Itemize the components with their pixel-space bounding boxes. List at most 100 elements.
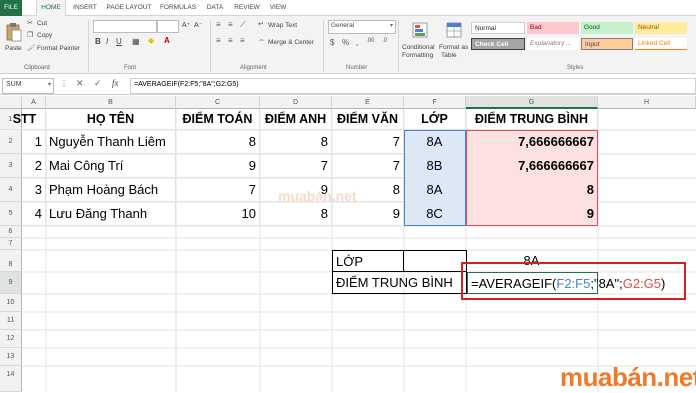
tab-review[interactable]: REVIEW [231, 0, 263, 16]
cut-button[interactable]: ✂ Cut [27, 19, 67, 29]
tab-file[interactable]: FILE [0, 0, 22, 16]
italic-icon[interactable]: I [106, 37, 108, 46]
increase-decimal-icon[interactable]: .00 [366, 38, 374, 44]
conditional-formatting-button[interactable]: Conditional Formatting [402, 20, 438, 62]
table-cell[interactable]: Mai Công Trí [46, 154, 176, 178]
table-cell[interactable]: Lưu Đăng Thanh [46, 202, 176, 226]
column-header-c[interactable]: C [176, 96, 260, 109]
tab-home[interactable]: HOME [36, 0, 66, 16]
align-top-icon[interactable]: ≡ [216, 20, 221, 29]
row-header[interactable]: 4 [0, 178, 22, 202]
align-right-icon[interactable]: ≡ [240, 36, 245, 45]
table-cell[interactable]: 8A [404, 178, 466, 202]
align-middle-icon[interactable]: ≡ [228, 20, 233, 29]
align-left-icon[interactable]: ≡ [216, 36, 221, 45]
column-header-b[interactable]: B [46, 96, 176, 109]
formula-input[interactable]: =AVERAGEIF(F2:F5;"8A";G2:G5) [130, 78, 696, 94]
enter-icon[interactable]: ✓ [94, 78, 102, 89]
column-header-a[interactable]: A [22, 96, 46, 109]
table-cell[interactable]: 2 [22, 154, 46, 178]
table-cell[interactable]: 8C [404, 202, 466, 226]
table-cell[interactable]: 8B [404, 154, 466, 178]
format-painter-button[interactable]: 🖌 Format Painter [27, 44, 87, 54]
font-name-dropdown[interactable] [93, 20, 157, 33]
style-explanatory[interactable]: Explanatory ... [527, 38, 579, 50]
font-color-icon[interactable]: A [164, 36, 170, 45]
table-cell[interactable]: 9 [332, 202, 404, 226]
copy-button[interactable]: ❐ Copy [27, 31, 67, 41]
grow-font-icon[interactable]: A⁺ [182, 21, 190, 29]
currency-icon[interactable]: $ [330, 38, 334, 47]
cancel-icon[interactable]: ✕ [76, 78, 84, 89]
table-cell[interactable]: 9 [176, 154, 260, 178]
row-header[interactable]: 10 [0, 294, 22, 312]
number-format-dropdown[interactable]: General ▾ [328, 20, 396, 34]
underline-icon[interactable]: U [116, 37, 122, 46]
table-cell[interactable]: 8 [260, 202, 332, 226]
row-header[interactable]: 12 [0, 330, 22, 348]
table-cell[interactable]: 8 [176, 130, 260, 154]
name-box[interactable]: SUM ▾ [2, 78, 54, 94]
align-center-icon[interactable]: ≡ [228, 36, 233, 45]
row-header[interactable]: 8 [0, 250, 22, 272]
table-cell[interactable]: 7 [332, 130, 404, 154]
row-header[interactable]: 7 [0, 238, 22, 250]
row-header[interactable]: 14 [0, 366, 22, 392]
column-header-h[interactable]: H [598, 96, 696, 109]
table-cell[interactable]: 8 [260, 130, 332, 154]
tab-view[interactable]: VIEW [266, 0, 290, 16]
header-ho-ten[interactable]: HỌ TÊN [46, 109, 176, 130]
paste-button[interactable]: Paste [4, 20, 24, 54]
bold-icon[interactable]: B [95, 37, 101, 46]
format-as-table-button[interactable]: Format as Table [439, 20, 469, 62]
select-all-corner[interactable] [0, 96, 22, 109]
row-header[interactable]: 3 [0, 154, 22, 178]
header-diem-anh[interactable]: ĐIỂM ANH [260, 109, 332, 130]
table-cell[interactable]: 8 [466, 178, 598, 202]
style-linked-cell[interactable]: Linked Cell [635, 38, 687, 50]
insert-function-icon[interactable]: fx [112, 78, 119, 88]
column-header-e[interactable]: E [332, 96, 404, 109]
style-neutral[interactable]: Neutral [635, 22, 687, 34]
fill-color-icon[interactable]: ◆ [148, 36, 154, 45]
orientation-icon[interactable]: ⟋ [240, 20, 246, 30]
header-lop[interactable]: LỚP [404, 109, 466, 130]
tab-page-layout[interactable]: PAGE LAYOUT [103, 0, 155, 16]
table-cell[interactable]: 1 [22, 130, 46, 154]
table-cell[interactable]: 7,666666667 [466, 154, 598, 178]
tab-insert[interactable]: INSERT [70, 0, 100, 16]
percent-icon[interactable]: % [342, 38, 349, 47]
table-cell[interactable]: 3 [22, 178, 46, 202]
wrap-text-button[interactable]: ↵ Wrap Text [258, 21, 308, 31]
column-header-d[interactable]: D [260, 96, 332, 109]
column-header-f[interactable]: F [404, 96, 466, 109]
header-diem-van[interactable]: ĐIỂM VĂN [332, 109, 404, 130]
lookup-class-label[interactable]: LỚP [332, 250, 404, 272]
table-cell[interactable]: 4 [22, 202, 46, 226]
tab-formulas[interactable]: FORMULAS [157, 0, 199, 16]
row-header[interactable]: 2 [0, 130, 22, 154]
row-header[interactable]: 5 [0, 202, 22, 226]
lookup-average-label[interactable]: ĐIỂM TRUNG BÌNH [332, 271, 467, 294]
lookup-class-input-cell[interactable] [403, 250, 467, 272]
borders-icon[interactable]: ▦ [132, 37, 140, 46]
style-bad[interactable]: Bad [527, 22, 579, 34]
table-cell[interactable]: 7,666666667 [466, 130, 598, 154]
table-cell[interactable]: 7 [260, 154, 332, 178]
table-cell[interactable]: 10 [176, 202, 260, 226]
table-cell[interactable]: 9 [466, 202, 598, 226]
style-input[interactable]: Input [581, 38, 633, 50]
style-good[interactable]: Good [581, 22, 633, 34]
row-header[interactable]: 11 [0, 312, 22, 330]
comma-style-icon[interactable]: , [356, 38, 358, 47]
merge-center-button[interactable]: ⇔ Merge & Center [258, 37, 322, 48]
style-normal[interactable]: Normal [471, 22, 525, 34]
table-cell[interactable]: 7 [176, 178, 260, 202]
font-size-dropdown[interactable] [157, 20, 179, 33]
column-header-g[interactable]: G [466, 96, 598, 109]
header-diem-trung-binh[interactable]: ĐIỂM TRUNG BÌNH [466, 109, 598, 130]
header-stt[interactable]: STT [4, 109, 46, 130]
row-header[interactable]: 9 [0, 272, 22, 294]
style-check-cell[interactable]: Check Cell [471, 38, 525, 50]
table-cell[interactable]: Phạm Hoàng Bách [46, 178, 176, 202]
